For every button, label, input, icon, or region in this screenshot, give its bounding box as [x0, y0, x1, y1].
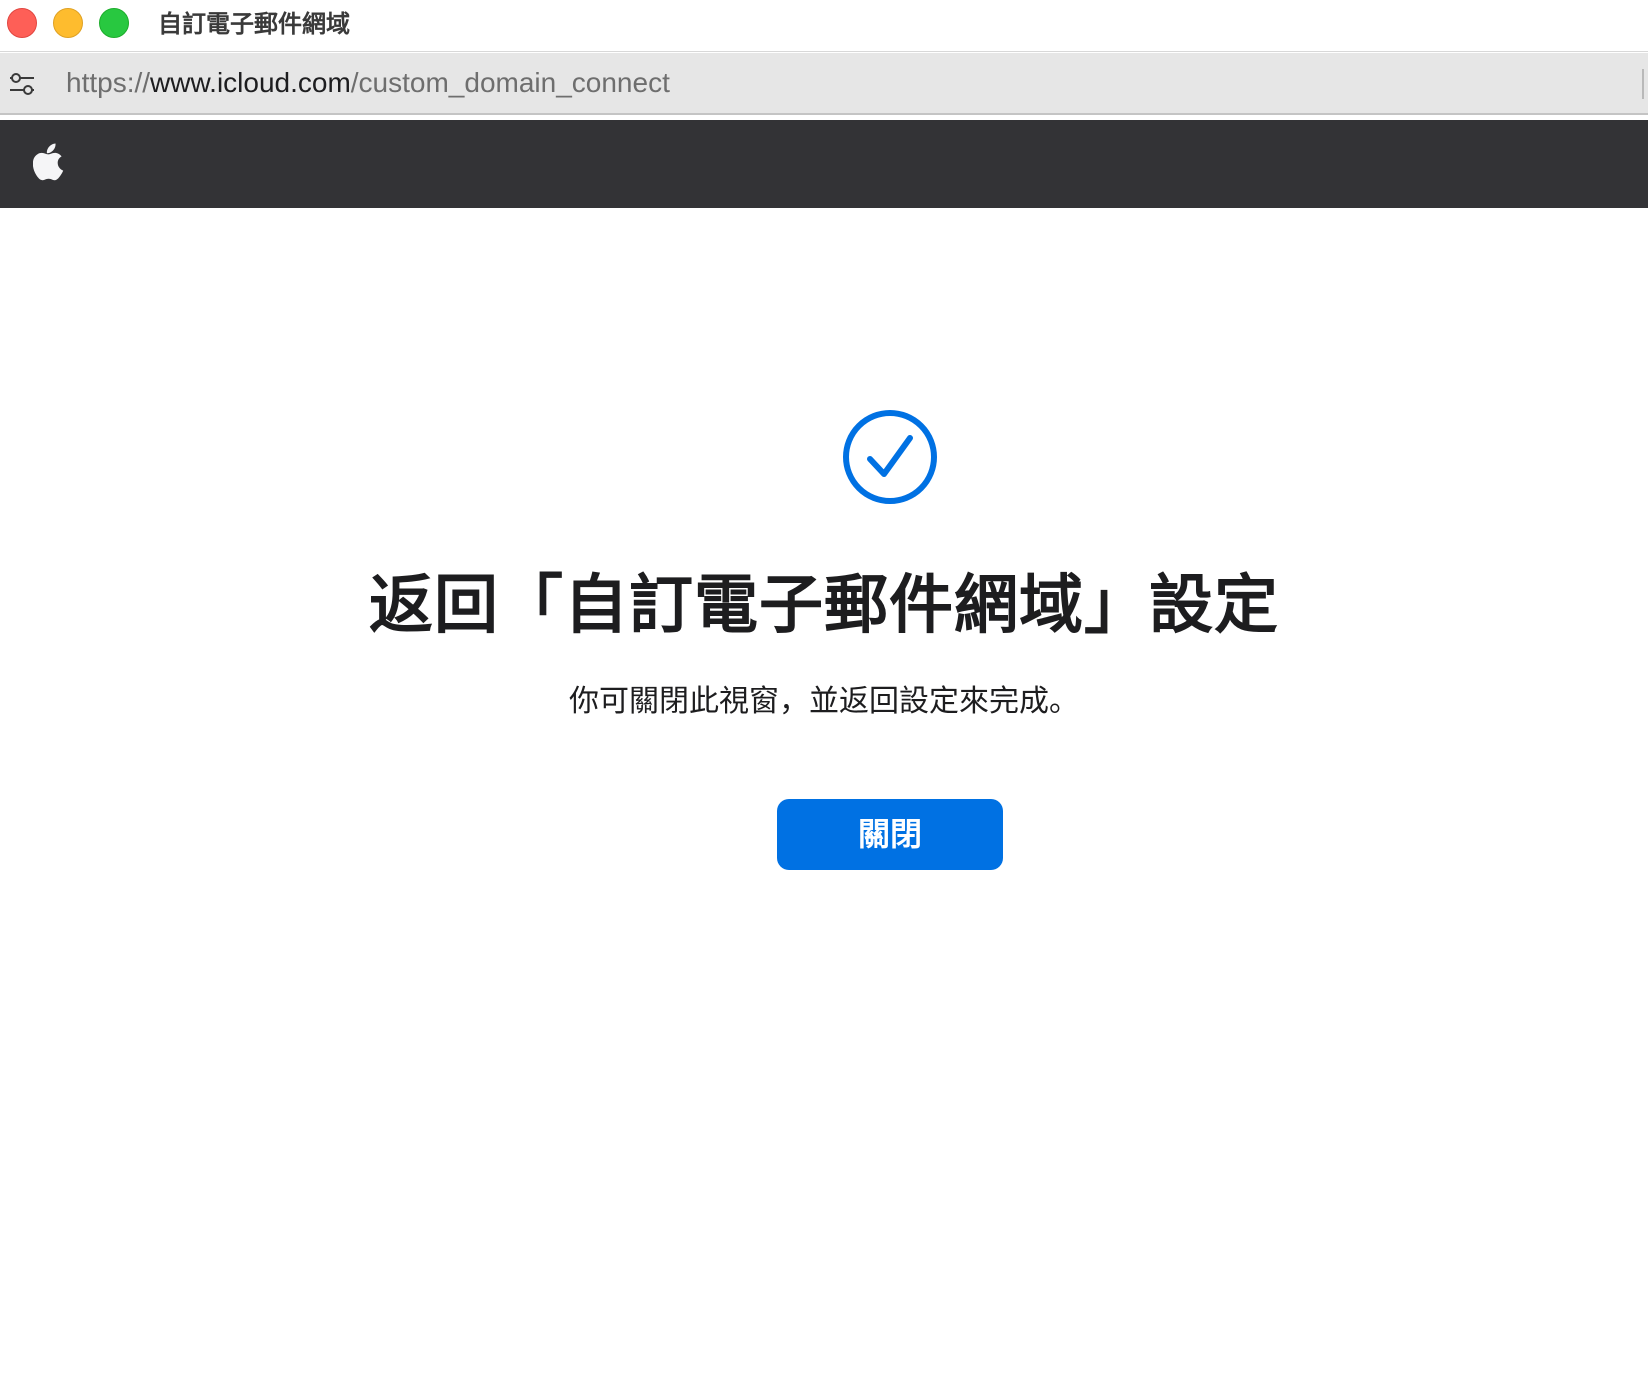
- minimize-window-button[interactable]: [53, 8, 83, 38]
- url-path: /custom_domain_connect: [350, 67, 670, 98]
- browser-window: 自訂電子郵件網域 https://www.icloud.com/custom_d…: [0, 0, 1648, 1384]
- global-nav: [0, 120, 1648, 208]
- address-bar-divider: [1642, 69, 1644, 99]
- url-field[interactable]: https://www.icloud.com/custom_domain_con…: [66, 65, 670, 101]
- title-bar: 自訂電子郵件網域: [0, 0, 1648, 52]
- url-host: www.icloud.com: [150, 67, 351, 98]
- checkmark-circle-icon: [843, 410, 937, 504]
- main-content: 返回「自訂電子郵件網域」設定 你可關閉此視窗，並返回設定來完成。 關閉: [0, 208, 1648, 1384]
- page-title: 返回「自訂電子郵件網域」設定: [369, 569, 1279, 643]
- address-bar[interactable]: https://www.icloud.com/custom_domain_con…: [0, 53, 1648, 115]
- window-title: 自訂電子郵件網域: [158, 10, 350, 38]
- zoom-window-button[interactable]: [99, 8, 129, 38]
- sliders-icon[interactable]: [8, 71, 36, 97]
- close-window-button[interactable]: [7, 8, 37, 38]
- close-button[interactable]: 關閉: [777, 799, 1003, 870]
- page-subtitle: 你可關閉此視窗，並返回設定來完成。: [569, 684, 1079, 719]
- apple-logo-icon[interactable]: [33, 142, 65, 182]
- url-prefix: https://: [66, 67, 151, 98]
